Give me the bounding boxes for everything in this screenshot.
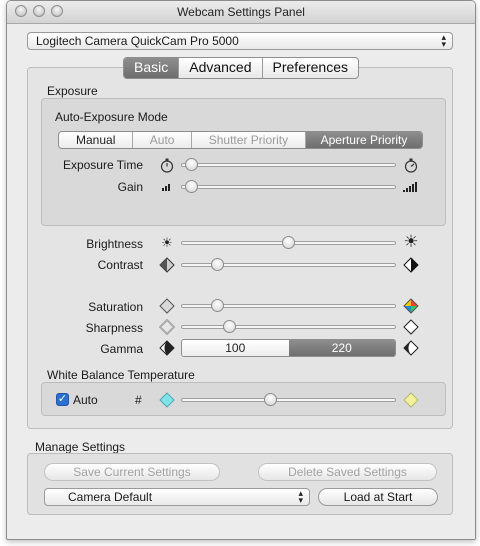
gamma-control[interactable]: 100 220	[181, 339, 396, 357]
tab-advanced[interactable]: Advanced	[178, 58, 261, 78]
tab-basic[interactable]: Basic	[124, 58, 179, 78]
contrast-low-icon	[158, 256, 176, 274]
exposure-time-slider[interactable]	[185, 158, 199, 171]
tab-preferences[interactable]: Preferences	[261, 58, 358, 78]
auto-exposure-mode-heading: Auto-Exposure Mode	[55, 110, 168, 124]
popup-arrows-icon: ▴ ▾	[298, 488, 303, 505]
settings-window: Webcam Settings Panel Logitech Camera Qu…	[6, 0, 476, 540]
sharpness-high-icon	[402, 318, 420, 336]
white-balance-heading: White Balance Temperature	[47, 368, 195, 382]
auto-white-balance-checkbox[interactable]: ✓	[56, 393, 69, 406]
mode-aperture-priority[interactable]: Aperture Priority	[304, 132, 422, 148]
preset-select[interactable]: Camera Default ▴ ▾	[44, 488, 310, 506]
sun-large-icon: ☀	[403, 232, 419, 251]
mode-shutter-priority: Shutter Priority	[190, 132, 305, 148]
contrast-high-icon	[402, 256, 420, 274]
exposure-time-track	[181, 163, 396, 167]
saturation-high-icon	[402, 297, 420, 315]
gain-low-icon	[158, 178, 176, 196]
white-balance-track	[181, 398, 396, 402]
preset-select-value: Camera Default	[68, 490, 153, 504]
cool-temperature-icon	[158, 391, 176, 409]
auto-white-balance-label: Auto	[73, 393, 98, 407]
mode-manual[interactable]: Manual	[59, 132, 132, 148]
gamma-option-220[interactable]: 220	[288, 340, 395, 356]
mode-auto: Auto	[132, 132, 191, 148]
tab-bar: Basic Advanced Preferences	[123, 57, 359, 79]
gain-track	[181, 185, 396, 189]
warm-temperature-icon	[402, 391, 420, 409]
manage-settings-heading: Manage Settings	[35, 440, 126, 454]
stopwatch-min-icon	[158, 156, 176, 174]
brightness-slider[interactable]	[282, 236, 295, 249]
camera-select-value: Logitech Camera QuickCam Pro 5000	[36, 34, 239, 48]
exposure-time-label: Exposure Time	[62, 158, 143, 172]
title-bar: Webcam Settings Panel	[7, 1, 475, 24]
gamma-label: Gamma	[100, 342, 143, 356]
gamma-option-100[interactable]: 100	[182, 340, 289, 356]
load-at-start-button[interactable]: Load at Start	[318, 488, 438, 506]
delete-saved-settings-button[interactable]: Delete Saved Settings	[258, 463, 437, 481]
sharpness-low-icon	[158, 318, 176, 336]
auto-exposure-mode-control[interactable]: Manual Auto Shutter Priority Aperture Pr…	[58, 131, 423, 149]
brightness-label: Brightness	[86, 237, 143, 251]
white-balance-hash-label: #	[135, 393, 142, 407]
saturation-label: Saturation	[88, 300, 143, 314]
gain-label: Gain	[117, 180, 143, 194]
gamma-high-icon	[402, 339, 420, 357]
sharpness-track	[181, 325, 396, 329]
gain-slider[interactable]	[185, 180, 199, 193]
gamma-low-icon	[158, 339, 176, 357]
exposure-heading: Exposure	[47, 84, 98, 98]
camera-select[interactable]: Logitech Camera QuickCam Pro 5000 ▴ ▾	[27, 32, 453, 50]
popup-arrows-icon: ▴ ▾	[441, 32, 446, 49]
sun-small-icon: ☀	[161, 235, 173, 250]
sharpness-label: Sharpness	[85, 321, 143, 335]
contrast-label: Contrast	[97, 258, 143, 272]
white-balance-slider[interactable]	[263, 393, 277, 406]
window-title: Webcam Settings Panel	[177, 5, 305, 19]
stopwatch-max-icon	[402, 156, 420, 174]
gain-high-icon	[402, 178, 420, 196]
saturation-low-icon	[158, 297, 176, 315]
save-current-settings-button[interactable]: Save Current Settings	[44, 463, 220, 481]
